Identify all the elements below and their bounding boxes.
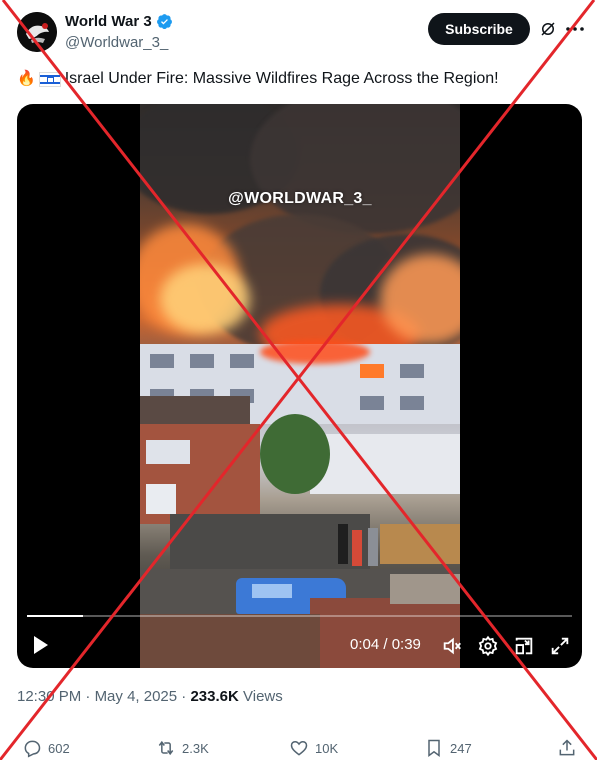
more-options-icon[interactable]: [565, 20, 585, 38]
israel-flag-icon: [38, 71, 61, 87]
tweet-body: Israel Under Fire: Massive Wildfires Rag…: [64, 70, 499, 87]
like-count: 10K: [315, 740, 339, 756]
video-time: 0:04 / 0:39: [350, 636, 421, 653]
tweet-text: 🔥 Israel Under Fire: Massive Wildfires R…: [17, 69, 499, 89]
subscribe-button[interactable]: Subscribe: [428, 13, 530, 45]
fire-emoji-icon: 🔥: [17, 70, 36, 87]
share-button[interactable]: [557, 738, 577, 758]
reply-button[interactable]: 602: [22, 738, 70, 758]
avatar[interactable]: [17, 12, 57, 52]
video-frame[interactable]: @WORLDWAR_3_: [140, 104, 460, 668]
grok-icon[interactable]: [539, 20, 557, 38]
video-progress-bar[interactable]: [27, 615, 572, 617]
video-progress-fill: [27, 615, 84, 617]
video-watermark: @WORLDWAR_3_: [228, 190, 372, 207]
tweet-meta: 12:30 PM · May 4, 2025 · 233.6K Views: [17, 688, 283, 705]
play-icon[interactable]: [31, 634, 51, 656]
dock-video-icon[interactable]: [513, 635, 535, 657]
avatar-image: [17, 12, 57, 52]
verified-badge-icon: [156, 13, 173, 30]
video-player[interactable]: @WORLDWAR_3_ 0:04 / 0:39: [17, 104, 582, 668]
repost-count: 2.3K: [182, 740, 209, 756]
tweet-header: World War 3 @Worldwar_3_ Subscribe: [0, 0, 597, 62]
tweet-actions: 602 2.3K 10K 247: [0, 736, 597, 760]
account-handle[interactable]: @Worldwar_3_: [65, 34, 168, 51]
bookmark-icon: [428, 739, 440, 757]
tweet-time[interactable]: 12:30 PM: [17, 688, 81, 705]
bookmark-button[interactable]: 247: [424, 738, 472, 758]
share-icon: [559, 739, 575, 756]
settings-gear-icon[interactable]: [477, 635, 499, 657]
fullscreen-icon[interactable]: [549, 635, 571, 657]
repost-button[interactable]: 2.3K: [156, 738, 209, 758]
views-count: 233.6K: [190, 688, 239, 705]
volume-muted-icon[interactable]: [441, 635, 463, 657]
heart-icon: [290, 740, 308, 756]
like-button[interactable]: 10K: [289, 738, 338, 758]
bookmark-count: 247: [450, 740, 472, 756]
account-name[interactable]: World War 3: [65, 13, 152, 30]
repost-icon: [158, 740, 174, 756]
reply-icon: [24, 740, 41, 758]
views-label: Views: [243, 688, 283, 705]
reply-count: 602: [48, 740, 70, 756]
tweet-date[interactable]: May 4, 2025: [95, 688, 178, 705]
